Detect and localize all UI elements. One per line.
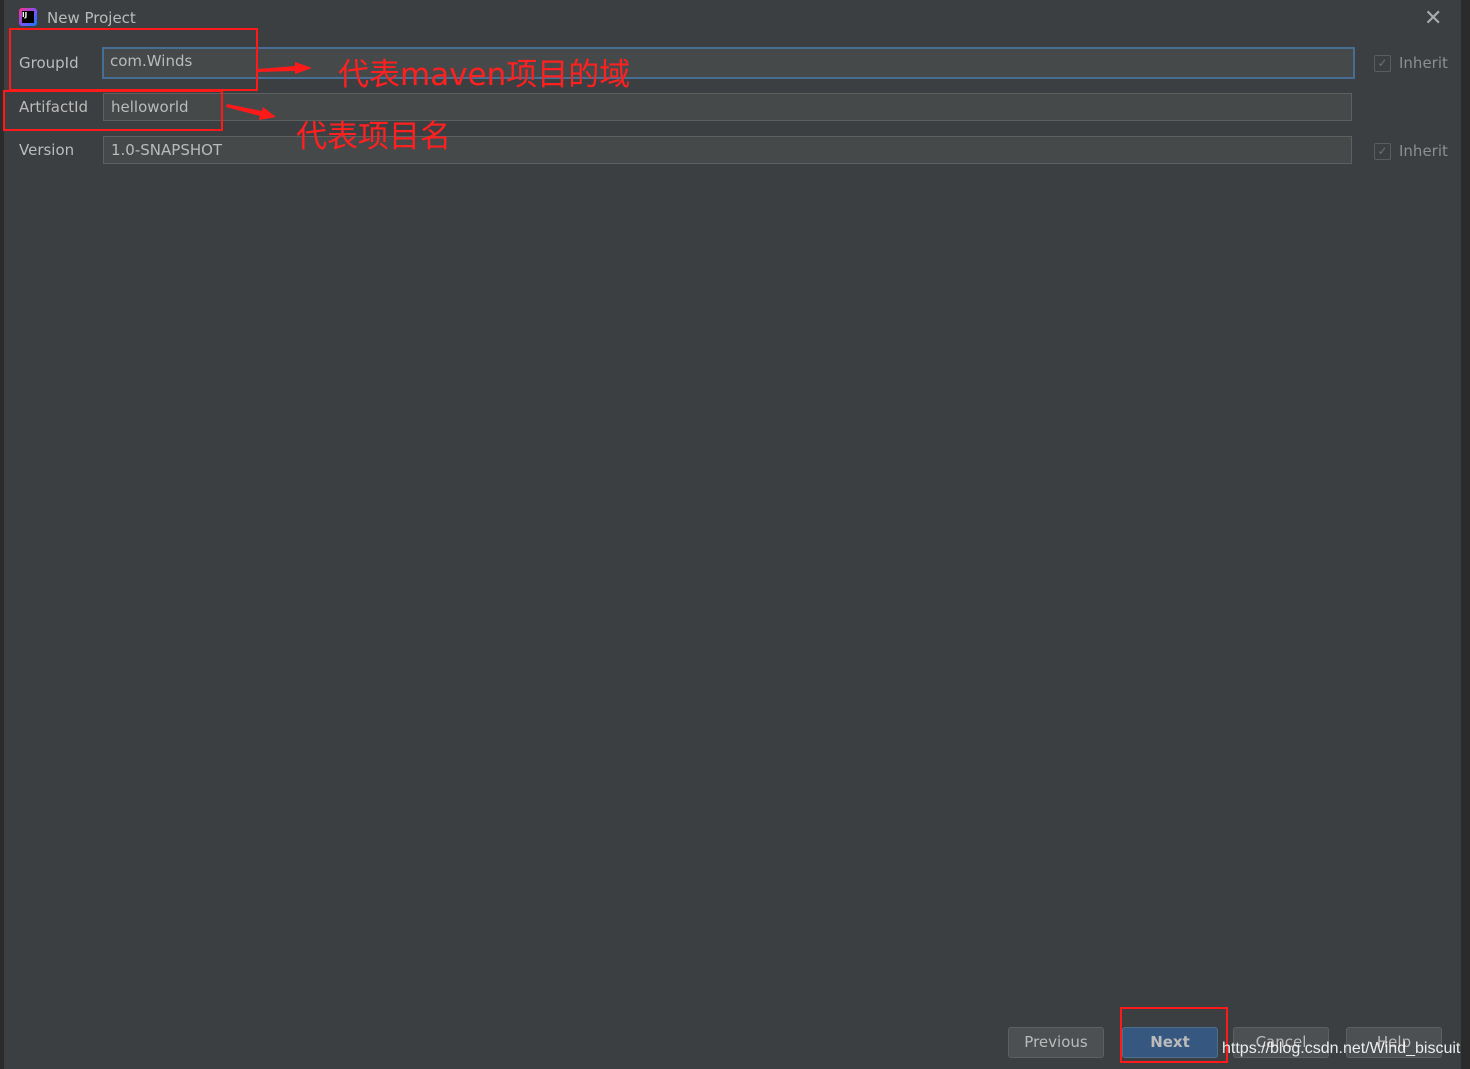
arrow-icon (226, 104, 276, 120)
arrow-icon (258, 62, 312, 74)
annotation-arrows (226, 62, 312, 120)
previous-button[interactable]: Previous (1008, 1027, 1104, 1058)
artifactid-annotation-text: 代表项目名 (296, 119, 451, 155)
groupid-annotation-text: 代表maven项目的域 (338, 57, 631, 93)
next-annotation-box (1120, 1007, 1228, 1063)
watermark: https://blog.csdn.net/Wind_biscuit (1222, 1040, 1461, 1057)
